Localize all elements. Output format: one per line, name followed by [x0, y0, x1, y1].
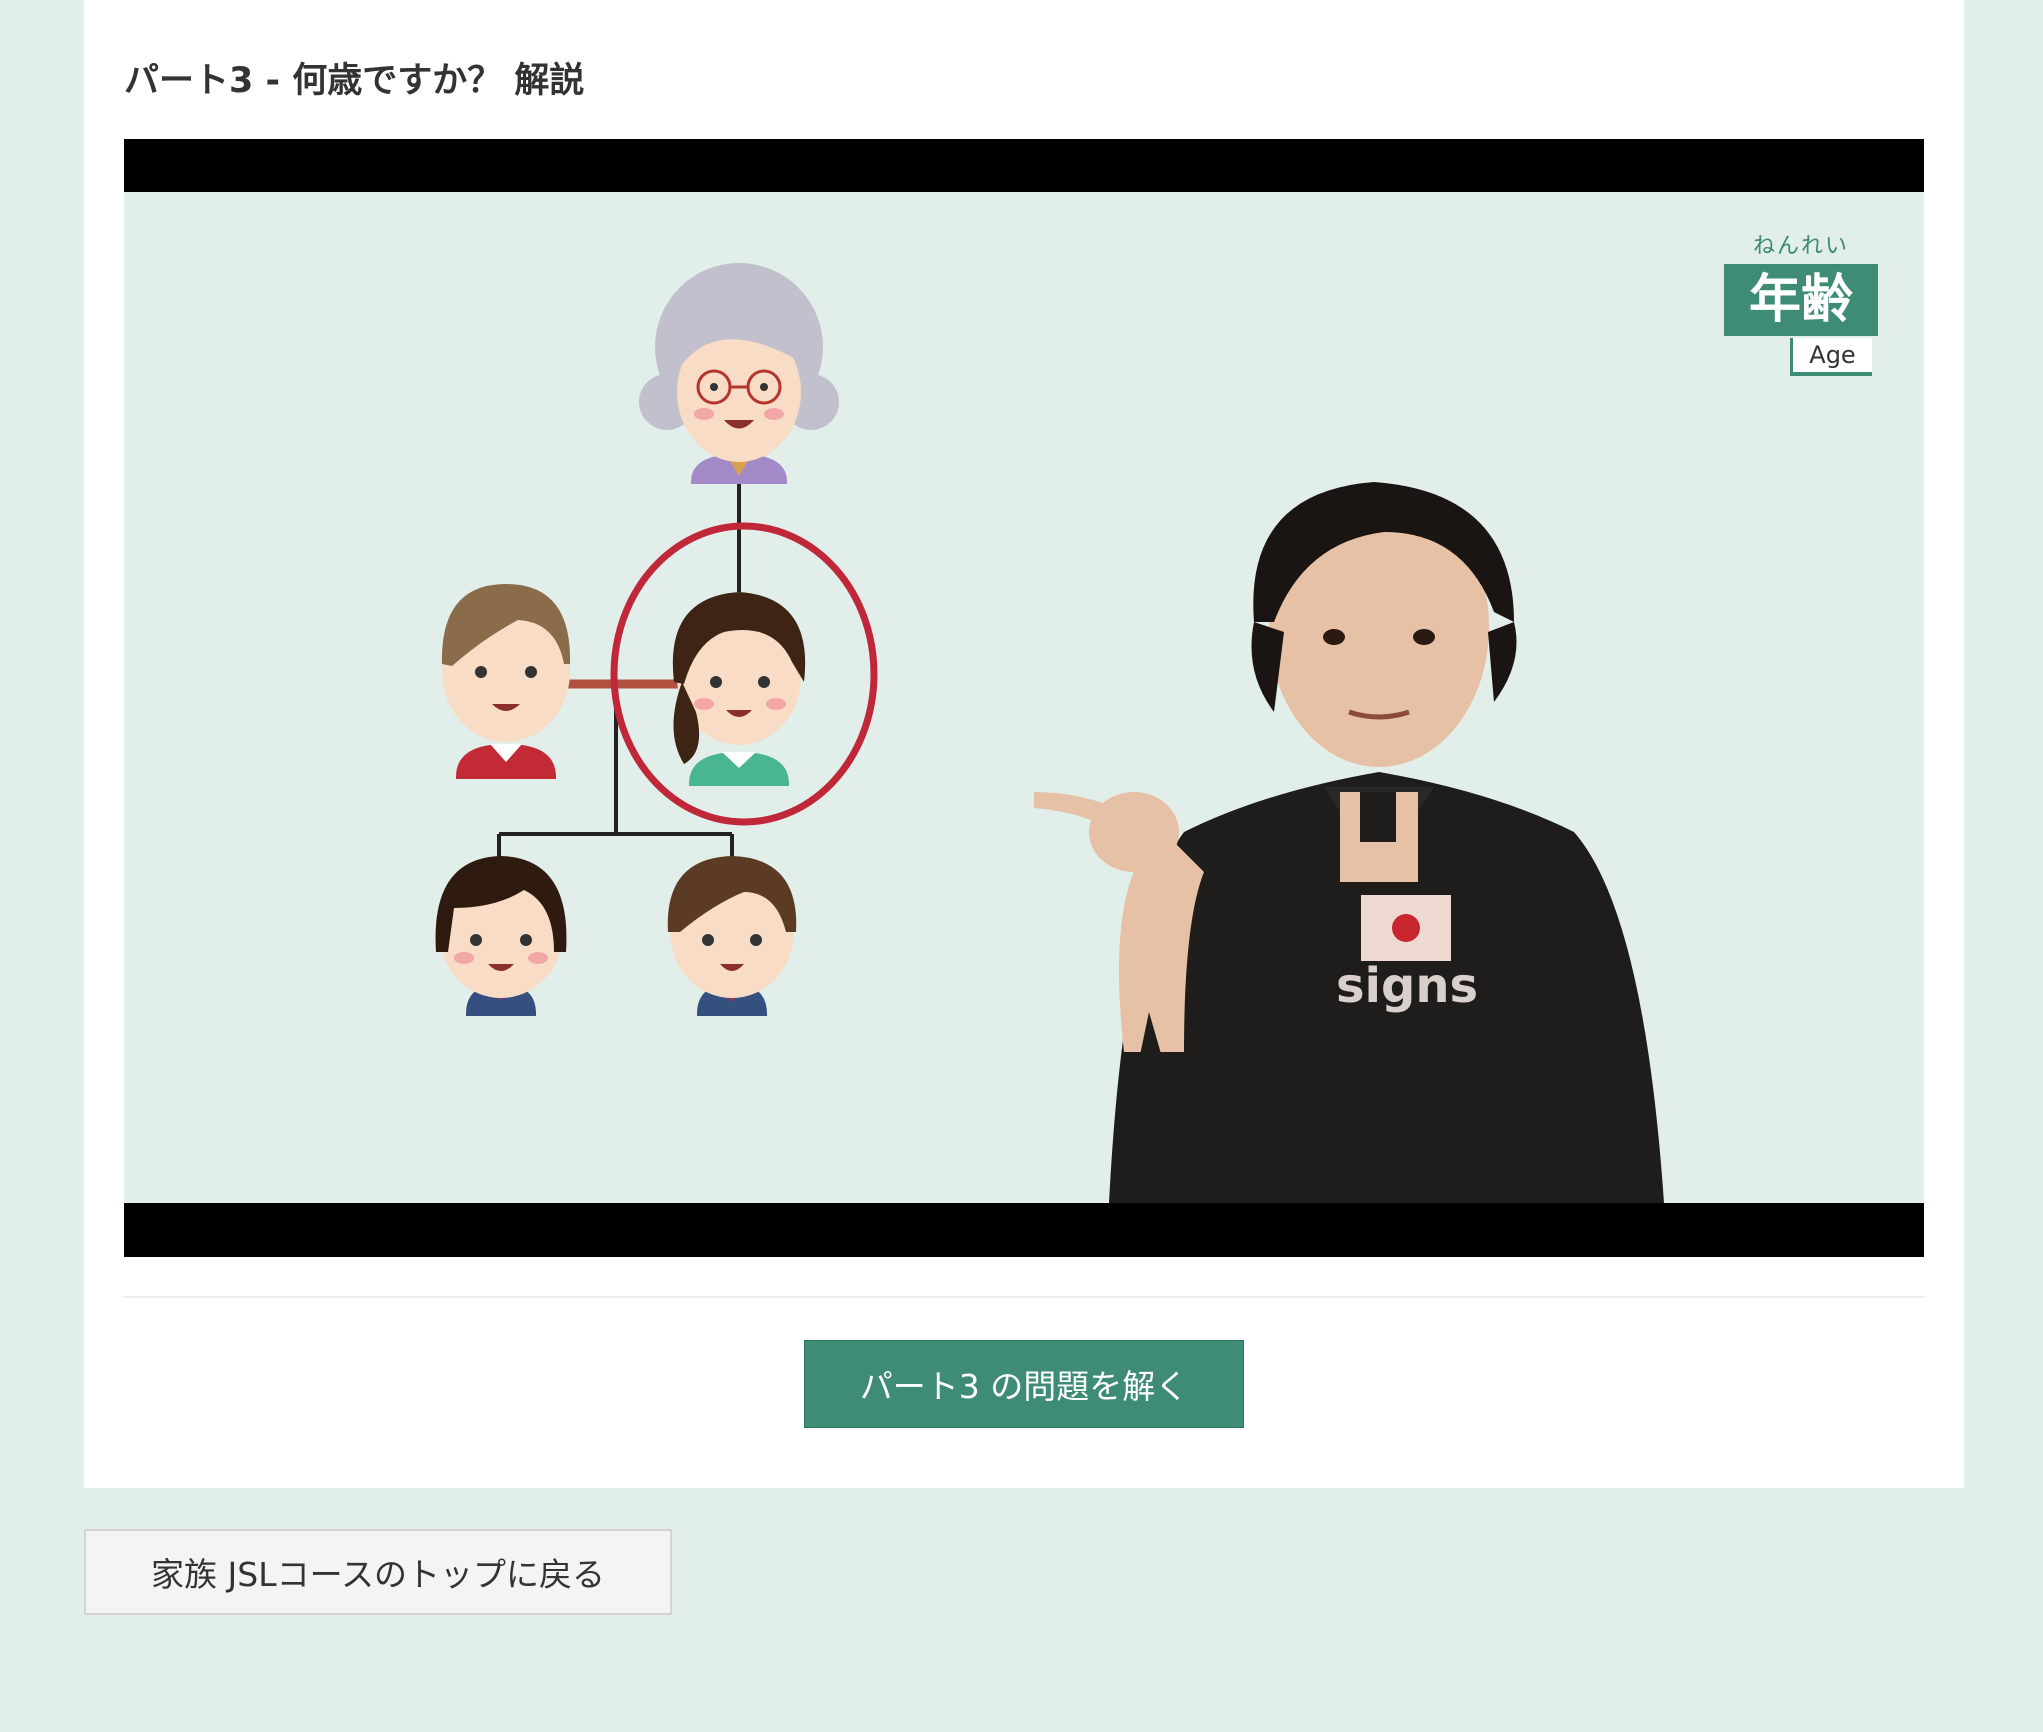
video-player[interactable]: signs ねんれい 年齢 Age — [124, 139, 1924, 1257]
daughter-avatar — [435, 856, 567, 1016]
solve-part3-button[interactable]: パート3 の問題を解く — [804, 1340, 1244, 1428]
divider — [124, 1296, 1924, 1298]
video-frame[interactable]: signs ねんれい 年齢 Age — [124, 192, 1924, 1203]
topic-ruby: ねんれい — [1752, 234, 1849, 259]
topic-kanji: 年齢 — [1724, 264, 1878, 336]
mother-avatar — [672, 592, 806, 786]
family-tree-diagram: signs — [435, 263, 1664, 1203]
topic-english: Age — [1790, 338, 1872, 376]
father-avatar — [441, 584, 571, 779]
son-avatar — [667, 856, 797, 1016]
presenter-figure — [1034, 482, 1664, 1203]
page-title: パート3 - 何歳ですか？ 解説 — [124, 61, 585, 101]
back-to-course-top-button[interactable]: 家族 JSLコースのトップに戻る — [84, 1529, 672, 1615]
shirt-logo: signs — [1336, 958, 1478, 1014]
topic-badge: ねんれい 年齢 Age — [1724, 228, 1878, 376]
grandmother-avatar — [639, 263, 839, 484]
content-card: パート3 - 何歳ですか？ 解説 signs ねんれい 年齢 Age パート3 … — [84, 0, 1964, 1488]
